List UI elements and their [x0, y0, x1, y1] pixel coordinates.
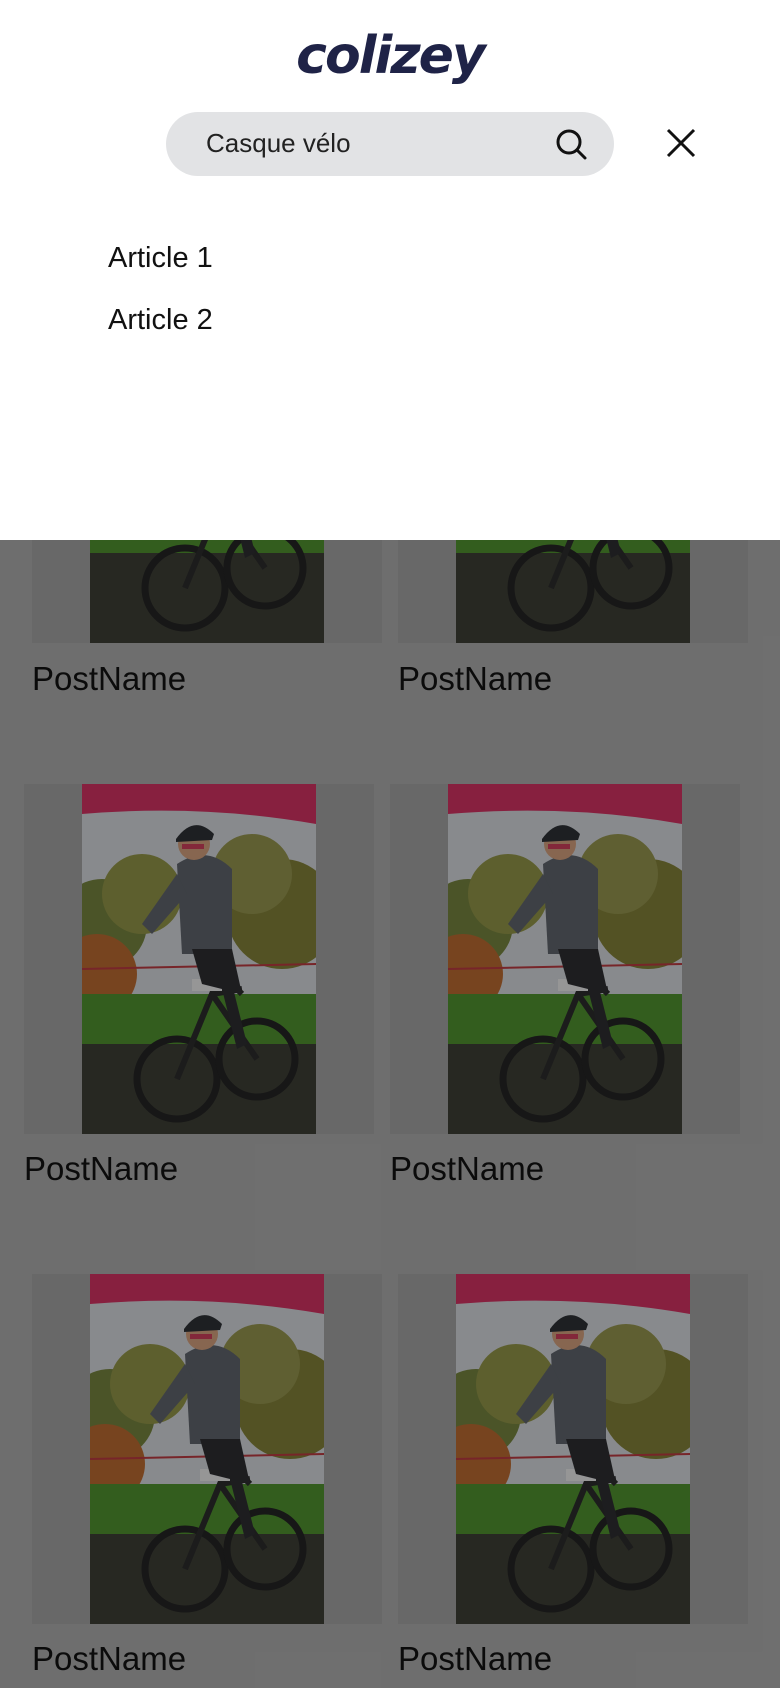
backdrop-dim[interactable]	[0, 540, 780, 1688]
search-result-item[interactable]: Article 2	[108, 300, 213, 362]
search-icon[interactable]	[554, 127, 588, 161]
search-results: Article 1 Article 2	[108, 238, 213, 362]
logo[interactable]: colizey	[0, 26, 780, 86]
search-input-value[interactable]: Casque vélo	[206, 128, 351, 159]
search-panel: colizey Casque vélo Article 1 Article 2	[0, 0, 780, 540]
search-input[interactable]: Casque vélo	[166, 112, 614, 176]
close-icon[interactable]	[662, 124, 700, 162]
search-result-item[interactable]: Article 1	[108, 238, 213, 300]
